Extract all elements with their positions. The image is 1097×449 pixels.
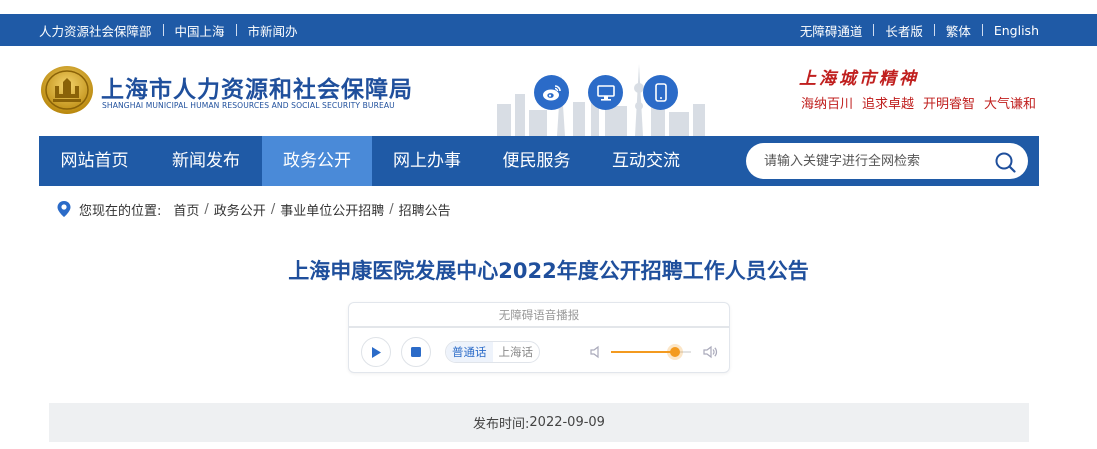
breadcrumb: 您现在的位置: 首页 / 政务公开 / 事业单位公开招聘 / 招聘公告 [56, 199, 451, 219]
nav-item-government-affairs[interactable]: 政务公开 [262, 136, 372, 186]
publish-time-label: 发布时间: [473, 417, 530, 432]
top-divider [873, 24, 875, 36]
language-shanghainese[interactable]: 上海话 [493, 342, 540, 362]
language-mandarin[interactable]: 普通话 [446, 342, 493, 362]
top-link-china-shanghai[interactable]: 中国上海 [175, 21, 225, 40]
top-link-english[interactable]: English [994, 23, 1039, 38]
bureau-emblem-icon[interactable] [39, 64, 95, 116]
nav-item-public-services[interactable]: 便民服务 [482, 136, 591, 186]
site-title[interactable]: 上海市人力资源和社会保障局 [101, 70, 413, 104]
city-spirit-title: 上海城市精神 [799, 69, 919, 89]
article-title: 上海申康医院发展中心2022年度公开招聘工作人员公告 [288, 259, 809, 283]
top-divider [235, 24, 237, 36]
volume-high-icon[interactable] [702, 344, 718, 360]
breadcrumb-separator: / [204, 201, 209, 217]
main-nav: 网站首页 新闻发布 政务公开 网上办事 便民服务 互动交流 [39, 136, 1039, 186]
top-link-accessibility[interactable]: 无障碍通道 [800, 21, 863, 40]
search-icon[interactable] [994, 151, 1016, 173]
top-link-mohrss[interactable]: 人力资源社会保障部 [39, 21, 152, 40]
top-divider [981, 24, 983, 36]
city-spirit-word: 大气谦和 [984, 97, 1037, 112]
location-pin-icon [57, 201, 71, 217]
city-spirit-word: 开明睿智 [923, 97, 976, 112]
city-spirit-word: 追求卓越 [862, 97, 915, 112]
city-spirit-words: 海纳百川 追求卓越 开明睿智 大气谦和 [801, 93, 1036, 112]
weibo-button[interactable] [534, 75, 569, 110]
mobile-button[interactable] [643, 75, 678, 110]
volume-slider-fill [611, 351, 675, 353]
top-divider [162, 24, 164, 36]
site-header: 上海市人力资源和社会保障局 SHANGHAI MUNICIPAL HUMAN R… [39, 46, 1039, 136]
nav-item-news[interactable]: 新闻发布 [150, 136, 262, 186]
publish-date: 2022-09-09 [529, 415, 605, 430]
breadcrumb-label: 您现在的位置: [79, 203, 162, 219]
mobile-icon [654, 83, 667, 102]
top-link-news-office[interactable]: 市新闻办 [248, 21, 298, 40]
search-box [746, 143, 1028, 179]
volume-low-icon[interactable] [589, 345, 603, 359]
language-toggle: 普通话 上海话 [445, 341, 540, 363]
nav-item-home[interactable]: 网站首页 [39, 136, 150, 186]
breadcrumb-public-recruitment[interactable]: 事业单位公开招聘 [280, 200, 384, 219]
top-link-elder-version[interactable]: 长者版 [885, 21, 923, 40]
site-subtitle: SHANGHAI MUNICIPAL HUMAN RESOURCES AND S… [102, 101, 395, 110]
desktop-icon [596, 84, 615, 101]
top-left-links: 人力资源社会保障部 中国上海 市新闻办 [39, 21, 298, 40]
top-right-links: 无障碍通道 长者版 繁体 English [800, 21, 1039, 40]
city-spirit-word: 海纳百川 [801, 97, 854, 112]
volume-slider[interactable] [611, 347, 691, 357]
stop-icon [411, 347, 421, 357]
search-input[interactable] [764, 143, 984, 179]
top-link-traditional[interactable]: 繁体 [946, 21, 971, 40]
weibo-icon [542, 84, 561, 100]
voice-progress-track[interactable] [349, 326, 729, 328]
nav-item-online-services[interactable]: 网上办事 [372, 136, 482, 186]
top-bar: 人力资源社会保障部 中国上海 市新闻办 无障碍通道 长者版 繁体 English [0, 14, 1097, 46]
breadcrumb-separator: / [389, 201, 394, 217]
breadcrumb-separator: / [270, 201, 276, 217]
nav-item-interaction[interactable]: 互动交流 [591, 136, 701, 186]
play-button[interactable] [361, 337, 391, 367]
stop-button[interactable] [401, 337, 431, 367]
desktop-button[interactable] [588, 75, 623, 110]
publish-info-bar: 发布时间: 2022-09-09 [49, 403, 1029, 442]
voice-player-title: 无障碍语音播报 [498, 308, 580, 322]
breadcrumb-home[interactable]: 首页 [173, 200, 199, 219]
top-divider [933, 24, 935, 36]
breadcrumb-government-affairs[interactable]: 政务公开 [214, 200, 266, 219]
breadcrumb-recruitment-notice[interactable]: 招聘公告 [399, 200, 451, 219]
play-icon [372, 346, 381, 358]
volume-slider-handle[interactable] [670, 347, 680, 357]
voice-player: 无障碍语音播报 普通话 上海话 [348, 302, 730, 373]
